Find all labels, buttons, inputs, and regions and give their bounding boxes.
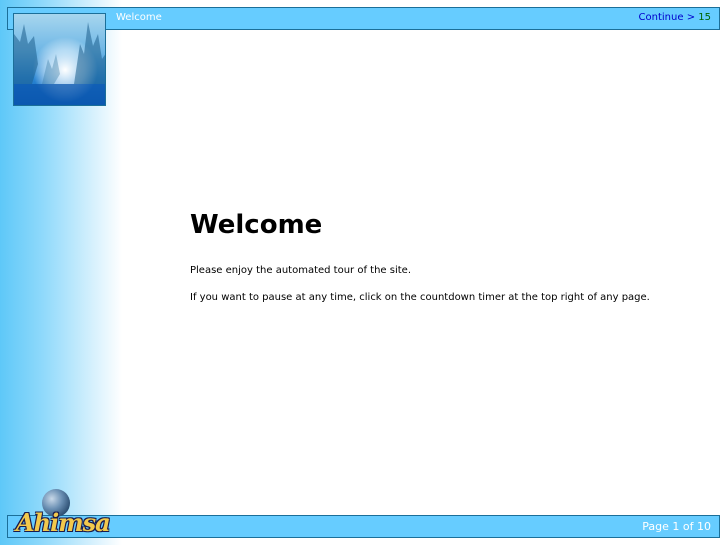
continue-label[interactable]: Continue > [639, 12, 696, 23]
ahimsa-logo: Ahimsa [16, 488, 111, 538]
header-title: Welcome [116, 12, 162, 23]
pause-instructions-paragraph: If you want to pause at any time, click … [190, 292, 650, 303]
header-bar: Welcome Continue > 15 [7, 7, 720, 30]
page-indicator: Page 1 of 10 [642, 520, 711, 533]
forest-trees-image [14, 14, 105, 105]
page-heading: Welcome [190, 210, 323, 240]
countdown-timer[interactable]: 15 [698, 12, 711, 23]
main-content: Welcome Please enjoy the automated tour … [190, 210, 710, 303]
footer-bar: Page 1 of 10 [7, 515, 720, 538]
intro-paragraph: Please enjoy the automated tour of the s… [190, 265, 411, 276]
logo-text: Ahimsa [16, 508, 111, 537]
continue-countdown-link[interactable]: Continue > 15 [639, 12, 711, 23]
forest-sunlight-photo [13, 13, 106, 106]
